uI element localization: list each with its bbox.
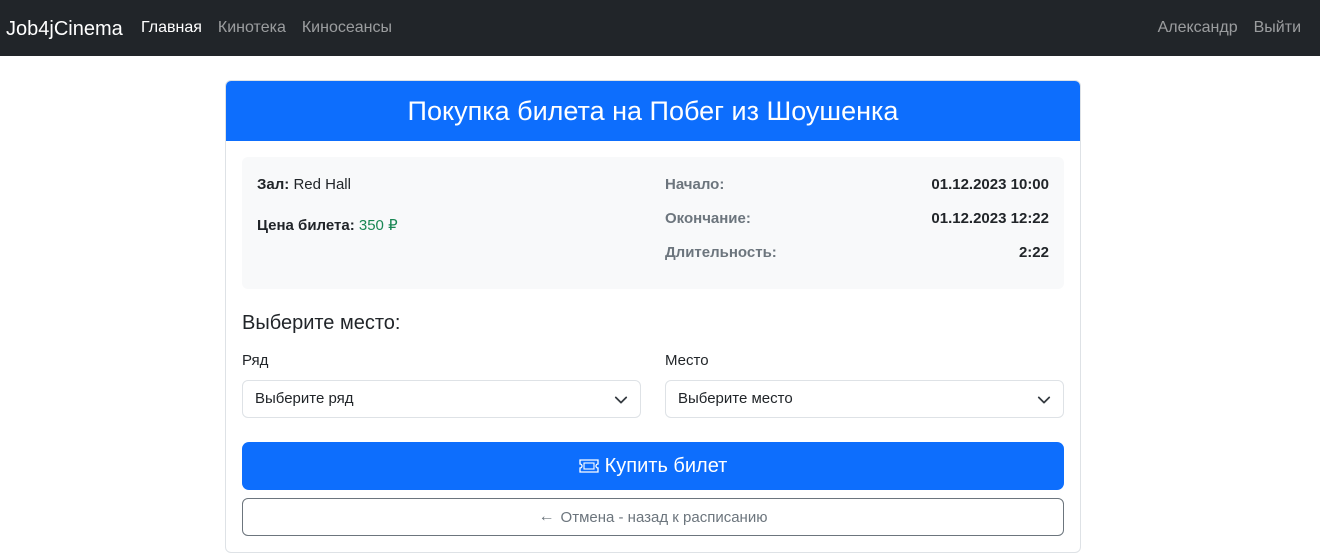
ticket-icon — [578, 459, 599, 473]
logout-link[interactable]: Выйти — [1254, 19, 1301, 37]
cancel-button[interactable]: ← Отмена - назад к расписанию — [242, 498, 1064, 536]
session-info: Зал: Red Hall Цена билета: 350 ₽ Начало:… — [242, 157, 1064, 289]
hall-info: Зал: Red Hall — [257, 176, 351, 193]
hall-value: Red Hall — [293, 176, 351, 193]
price-label: Цена билета: — [257, 217, 355, 234]
nav-user-area: Александр Выйти — [1142, 0, 1301, 56]
card-title: Покупка билета на Побег из Шоушенка — [226, 81, 1080, 141]
seat-select[interactable]: Выберите место — [665, 380, 1064, 418]
hall-label: Зал: — [257, 176, 290, 193]
navbar: Job4jCinema Главная Кинотека Киносеансы … — [0, 0, 1320, 56]
duration-label: Длительность: — [665, 244, 777, 261]
buy-ticket-label: Купить билет — [604, 454, 728, 477]
seat-select-value: Выберите место — [678, 390, 793, 407]
duration-value: 2:22 — [1018, 244, 1049, 261]
nav-link-films[interactable]: Кинотека — [218, 19, 286, 37]
price-value: 350 ₽ — [358, 217, 398, 234]
end-label: Окончание: — [665, 210, 751, 227]
start-label: Начало: — [665, 176, 725, 193]
start-row: Начало: 01.12.2023 10:00 — [665, 176, 1049, 196]
nav-link-sessions[interactable]: Киносеансы — [302, 19, 392, 37]
ticket-purchase-card: Покупка билета на Побег из Шоушенка Зал:… — [225, 80, 1081, 553]
row-select[interactable]: Выберите ряд — [242, 380, 641, 418]
nav-links: Главная Кинотека Киносеансы — [141, 0, 408, 56]
duration-row: Длительность: 2:22 — [665, 244, 1049, 264]
user-name-link[interactable]: Александр — [1158, 19, 1238, 37]
chevron-down-icon — [1037, 396, 1051, 404]
cancel-label: Отмена - назад к расписанию — [560, 508, 768, 526]
row-label: Ряд — [242, 352, 269, 369]
price-info: Цена билета: 350 ₽ — [257, 216, 398, 234]
chevron-down-icon — [614, 396, 628, 404]
nav-link-home[interactable]: Главная — [141, 19, 202, 37]
end-row: Окончание: 01.12.2023 12:22 — [665, 210, 1049, 230]
end-value: 01.12.2023 12:22 — [931, 210, 1049, 227]
choose-seat-title: Выберите место: — [242, 312, 401, 334]
buy-ticket-button[interactable]: Купить билет — [242, 442, 1064, 490]
brand-logo[interactable]: Job4jCinema — [6, 0, 123, 56]
row-select-value: Выберите ряд — [255, 390, 354, 407]
arrow-left-icon: ← — [538, 508, 555, 525]
seat-label: Место — [665, 352, 709, 369]
start-value: 01.12.2023 10:00 — [931, 176, 1049, 193]
